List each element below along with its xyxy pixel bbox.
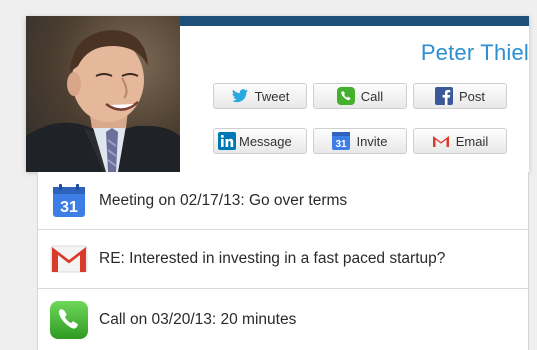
gmail-m-icon bbox=[432, 132, 450, 150]
phone-icon bbox=[336, 87, 355, 105]
activity-text: Meeting on 02/17/13: Go over terms bbox=[99, 191, 348, 209]
gmail-m-icon bbox=[47, 237, 91, 281]
tweet-label: Tweet bbox=[254, 88, 290, 104]
profile-photo[interactable] bbox=[26, 16, 180, 172]
card-header-bar bbox=[180, 16, 529, 26]
message-button[interactable]: Message bbox=[213, 128, 307, 154]
profile-photo-illustration bbox=[26, 30, 180, 172]
activity-item-call[interactable]: Call on 03/20/13: 20 minutes bbox=[38, 289, 528, 350]
email-label: Email bbox=[455, 133, 489, 149]
action-buttons: Tweet Call Post Message 31 Invite Email bbox=[213, 83, 513, 161]
activity-text: RE: Interested in investing in a fast pa… bbox=[99, 250, 446, 267]
activity-text: Call on 03/20/13: 20 minutes bbox=[99, 310, 297, 328]
invite-button[interactable]: 31 Invite bbox=[313, 128, 407, 154]
invite-label: Invite bbox=[356, 133, 388, 149]
post-label: Post bbox=[458, 88, 485, 104]
page-top-margin bbox=[0, 0, 537, 16]
linkedin-in-icon bbox=[218, 132, 236, 150]
facebook-f-icon bbox=[434, 87, 453, 105]
activity-item-meeting[interactable]: 31 Meeting on 02/17/13: Go over terms bbox=[38, 172, 528, 230]
activity-item-email[interactable]: RE: Interested in investing in a fast pa… bbox=[38, 230, 528, 289]
activity-list: 31 Meeting on 02/17/13: Go over terms RE… bbox=[37, 172, 529, 350]
phone-icon bbox=[47, 298, 91, 342]
contact-card: Peter Thiel Tweet Call Post Message 31 I… bbox=[26, 16, 529, 172]
message-label: Message bbox=[239, 133, 292, 149]
calendar-31-icon: 31 bbox=[47, 179, 91, 223]
meeting-calendar-number: 31 bbox=[60, 199, 78, 216]
tweet-button[interactable]: Tweet bbox=[213, 83, 307, 109]
invite-calendar-number: 31 bbox=[336, 139, 348, 150]
contact-page: Peter Thiel Tweet Call Post Message 31 I… bbox=[0, 0, 537, 350]
email-button[interactable]: Email bbox=[413, 128, 507, 154]
calendar-31-icon: 31 bbox=[332, 132, 351, 150]
post-button[interactable]: Post bbox=[413, 83, 507, 109]
call-label: Call bbox=[360, 88, 384, 104]
twitter-bird-icon bbox=[231, 87, 249, 105]
contact-name: Peter Thiel bbox=[420, 40, 529, 65]
call-button[interactable]: Call bbox=[313, 83, 407, 109]
